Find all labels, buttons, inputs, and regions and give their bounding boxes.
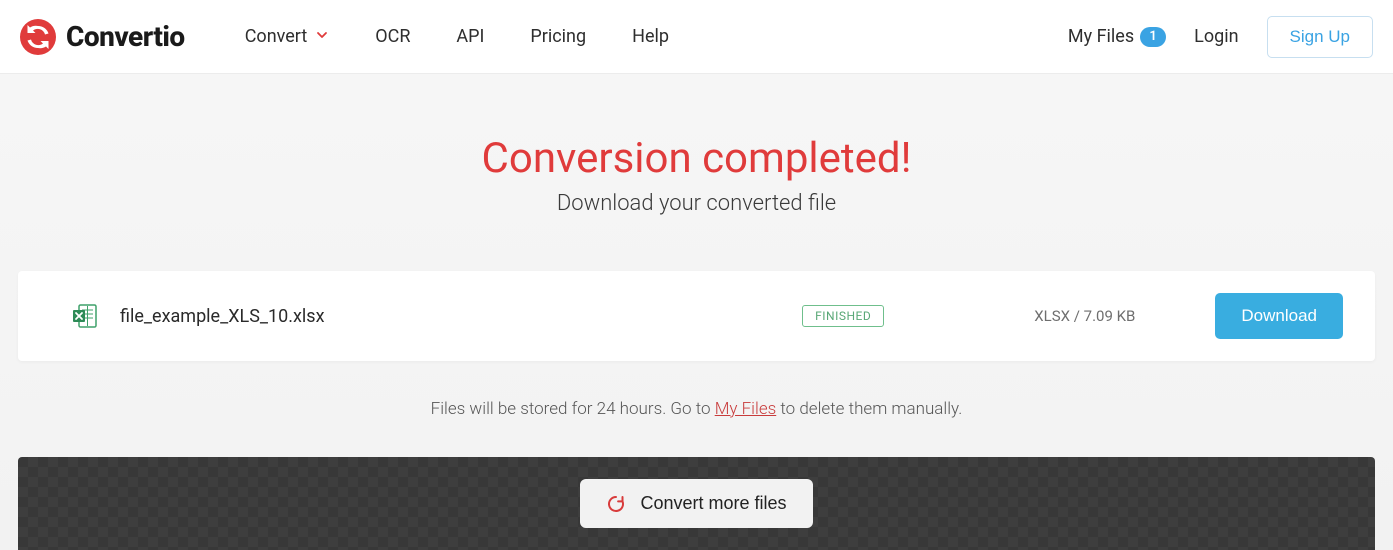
my-files-link[interactable]: My Files <box>715 399 777 419</box>
nav-api[interactable]: API <box>456 26 484 47</box>
signup-button[interactable]: Sign Up <box>1267 16 1373 58</box>
page-subtitle: Download your converted file <box>0 191 1393 216</box>
logo[interactable]: Convertio <box>20 19 185 55</box>
file-name: file_example_XLS_10.xlsx <box>120 306 802 327</box>
page-title: Conversion completed! <box>0 134 1393 183</box>
main-header: Convertio Convert OCR API Pricing Help M… <box>0 0 1393 74</box>
file-row: file_example_XLS_10.xlsx FINISHED XLSX /… <box>18 271 1375 361</box>
status-badge: FINISHED <box>802 305 884 327</box>
notice-prefix: Files will be stored for 24 hours. Go to <box>431 399 715 419</box>
logo-text: Convertio <box>66 20 185 53</box>
nav-convert-label: Convert <box>245 26 308 47</box>
nav-login[interactable]: Login <box>1194 26 1238 47</box>
download-button[interactable]: Download <box>1215 293 1343 339</box>
storage-notice: Files will be stored for 24 hours. Go to… <box>0 361 1393 457</box>
main-content: Conversion completed! Download your conv… <box>0 74 1393 550</box>
main-nav: Convert OCR API Pricing Help <box>245 26 1068 47</box>
file-meta: XLSX / 7.09 KB <box>1034 307 1135 325</box>
right-nav: My Files 1 Login Sign Up <box>1068 16 1373 58</box>
xlsx-file-icon <box>72 303 98 329</box>
my-files-label: My Files <box>1068 26 1134 47</box>
convert-more-button[interactable]: Convert more files <box>580 479 812 528</box>
chevron-down-icon <box>315 26 329 47</box>
nav-ocr[interactable]: OCR <box>375 26 410 47</box>
footer-bar: Convert more files <box>18 457 1375 550</box>
logo-icon <box>20 19 56 55</box>
nav-pricing[interactable]: Pricing <box>530 26 586 47</box>
title-block: Conversion completed! Download your conv… <box>0 134 1393 216</box>
my-files-count-badge: 1 <box>1140 27 1166 47</box>
refresh-icon <box>606 494 626 514</box>
nav-convert[interactable]: Convert <box>245 26 330 47</box>
notice-suffix: to delete them manually. <box>776 399 962 419</box>
nav-my-files[interactable]: My Files 1 <box>1068 26 1166 47</box>
convert-more-label: Convert more files <box>640 493 786 514</box>
nav-help[interactable]: Help <box>632 26 669 47</box>
